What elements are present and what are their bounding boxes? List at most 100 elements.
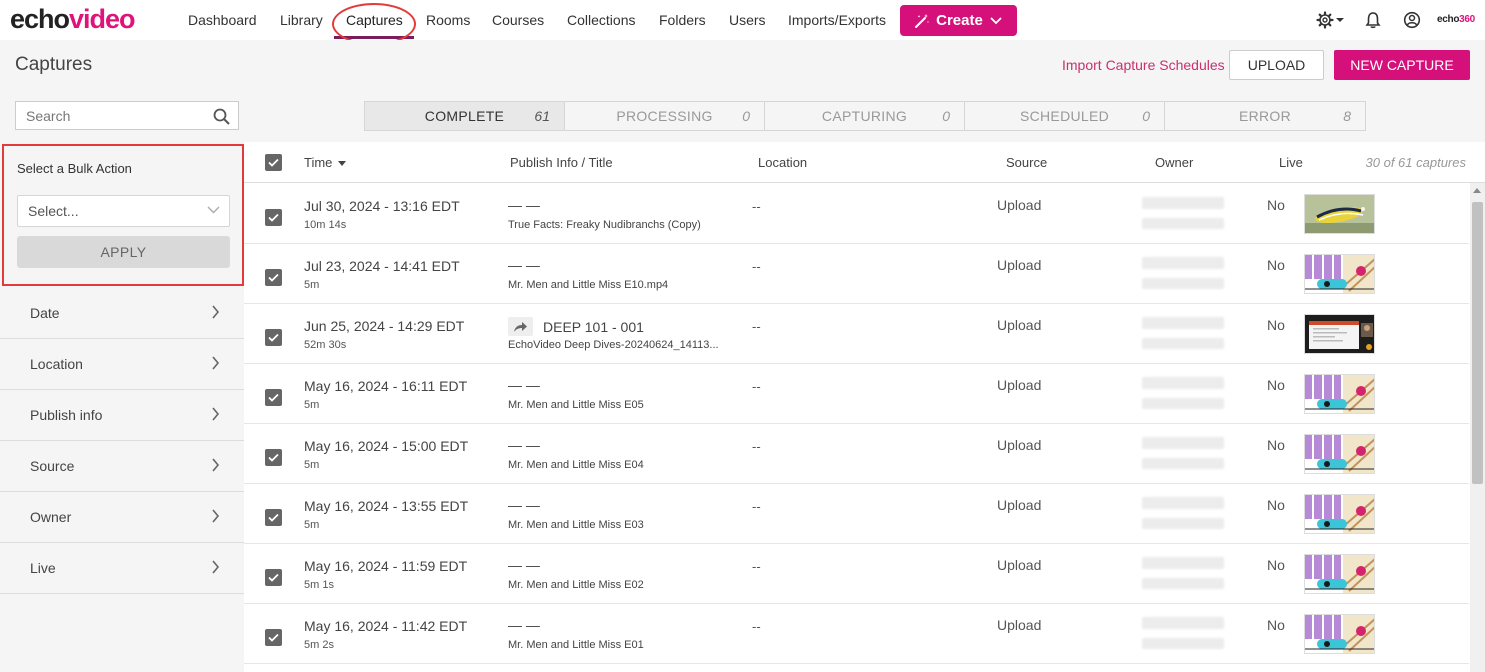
row-checkbox[interactable] [265,389,282,406]
column-source[interactable]: Source [1006,155,1047,170]
tab-complete[interactable]: COMPLETE 61 [364,101,565,131]
filter-live[interactable]: Live [0,543,244,594]
filter-sidebar: Select a Bulk Action Select... APPLY Dat… [0,142,244,672]
capture-title[interactable]: True Facts: Freaky Nudibranchs (Copy) [508,219,701,231]
scroll-up-arrow[interactable] [1473,188,1481,193]
nav-dashboard[interactable]: Dashboard [188,12,257,29]
create-button[interactable]: Create [900,5,1017,36]
capture-title[interactable]: Mr. Men and Little Miss E04 [508,459,644,471]
capture-thumbnail[interactable] [1304,374,1375,414]
capture-date: May 16, 2024 - 16:11 EDT [304,378,468,394]
user-avatar-icon[interactable] [1403,11,1421,29]
capture-title[interactable]: Mr. Men and Little Miss E10.mp4 [508,279,668,291]
table-row[interactable]: May 16, 2024 - 11:59 EDT 5m 1s — — Mr. Men … [244,544,1469,604]
column-publish-info[interactable]: Publish Info / Title [510,155,613,170]
upload-button[interactable]: UPLOAD [1229,50,1324,80]
capture-date: May 16, 2024 - 15:00 EDT [304,438,469,454]
page-header: Captures Import Capture Schedules UPLOAD… [0,40,1485,90]
owner-email-redacted [1142,278,1224,289]
nav-library[interactable]: Library [280,12,323,29]
nav-users[interactable]: Users [729,12,766,29]
capture-title[interactable]: Mr. Men and Little Miss E02 [508,579,644,591]
capture-live: No [1267,257,1285,273]
table-row[interactable]: May 16, 2024 - 13:55 EDT 5m — — Mr. Men and… [244,484,1469,544]
nav-rooms[interactable]: Rooms [426,12,470,29]
capture-thumbnail[interactable] [1304,614,1375,654]
new-capture-button[interactable]: NEW CAPTURE [1334,50,1470,80]
capture-title[interactable]: EchoVideo Deep Dives-20240624_14113... [508,339,719,351]
capture-thumbnail[interactable] [1304,434,1375,474]
filter-publish-info[interactable]: Publish info [0,390,244,441]
capture-title[interactable]: Mr. Men and Little Miss E03 [508,519,644,531]
capture-date: Jul 30, 2024 - 13:16 EDT [304,198,460,214]
row-checkbox[interactable] [265,449,282,466]
row-checkbox[interactable] [265,329,282,346]
column-owner[interactable]: Owner [1155,155,1193,170]
search-input[interactable] [16,102,206,129]
owner-name-redacted [1142,317,1224,329]
select-all-checkbox[interactable] [265,154,282,171]
nav-captures[interactable]: Captures [346,12,403,29]
nav-collections[interactable]: Collections [567,12,635,29]
owner-name-redacted [1142,197,1224,209]
capture-thumbnail[interactable] [1304,254,1375,294]
capture-thumbnail[interactable] [1304,314,1375,354]
capture-live: No [1267,437,1285,453]
filter-owner[interactable]: Owner [0,492,244,543]
capture-thumbnail[interactable] [1304,494,1375,534]
capture-date: May 16, 2024 - 11:42 EDT [304,618,468,634]
checkmark-icon [268,573,279,582]
tab-scheduled[interactable]: SCHEDULED 0 [964,101,1165,131]
owner-email-redacted [1142,218,1224,229]
scrollbar-thumb[interactable] [1472,202,1483,484]
checkmark-icon [268,393,279,402]
capture-thumbnail[interactable] [1304,194,1375,234]
checkmark-icon [268,513,279,522]
sort-desc-icon [338,161,347,167]
video-thumbnail [1305,195,1374,233]
filter-source[interactable]: Source [0,441,244,492]
table-row[interactable]: Jul 23, 2024 - 14:41 EDT 5m — — Mr. Men and… [244,244,1469,304]
table-row[interactable]: Jun 25, 2024 - 14:29 EDT 52m 30s DEEP 101 … [244,304,1469,364]
echovideo-logo[interactable]: echovideo [10,3,136,35]
table-row[interactable]: May 16, 2024 - 11:42 EDT 5m 2s — — Mr. Men … [244,604,1469,664]
filter-location[interactable]: Location [0,339,244,390]
apply-button[interactable]: APPLY [17,236,230,268]
publish-info: — — [508,497,540,513]
tab-capturing[interactable]: CAPTURING 0 [764,101,965,131]
search-icon[interactable] [213,108,230,125]
capture-title[interactable]: Mr. Men and Little Miss E01 [508,639,644,651]
capture-location: -- [752,319,761,334]
nav-courses[interactable]: Courses [492,12,544,29]
publish-info: — — [508,557,540,573]
bulk-action-select[interactable]: Select... [17,195,230,227]
tab-processing[interactable]: PROCESSING 0 [564,101,765,131]
captures-table: Time Publish Info / Title Location Sourc… [244,142,1485,672]
filter-date[interactable]: Date [0,288,244,339]
row-checkbox[interactable] [265,509,282,526]
capture-thumbnail[interactable] [1304,554,1375,594]
import-capture-schedules-link[interactable]: Import Capture Schedules [1062,57,1225,74]
chevron-right-icon [212,509,220,523]
tab-error[interactable]: ERROR 8 [1164,101,1366,131]
bulk-action-panel: Select a Bulk Action Select... APPLY [2,144,244,286]
capture-duration: 5m 2s [304,639,334,651]
table-row[interactable]: May 16, 2024 - 15:00 EDT 5m — — Mr. Men and… [244,424,1469,484]
nav-imports-exports[interactable]: Imports/Exports [788,12,886,29]
column-time[interactable]: Time [304,155,347,170]
bell-icon[interactable] [1364,11,1382,29]
gear-icon[interactable] [1316,11,1346,29]
column-live[interactable]: Live [1279,155,1303,170]
table-row[interactable]: May 16, 2024 - 16:11 EDT 5m — — Mr. Men and… [244,364,1469,424]
row-checkbox[interactable] [265,569,282,586]
row-checkbox[interactable] [265,269,282,286]
row-checkbox[interactable] [265,629,282,646]
table-row[interactable]: Jul 30, 2024 - 13:16 EDT 10m 14s — — True F… [244,184,1469,244]
column-location[interactable]: Location [758,155,807,170]
capture-title[interactable]: Mr. Men and Little Miss E05 [508,399,644,411]
owner-name-redacted [1142,497,1224,509]
row-checkbox[interactable] [265,209,282,226]
capture-live: No [1267,617,1285,633]
chevron-down-icon [990,17,1002,25]
nav-folders[interactable]: Folders [659,12,706,29]
